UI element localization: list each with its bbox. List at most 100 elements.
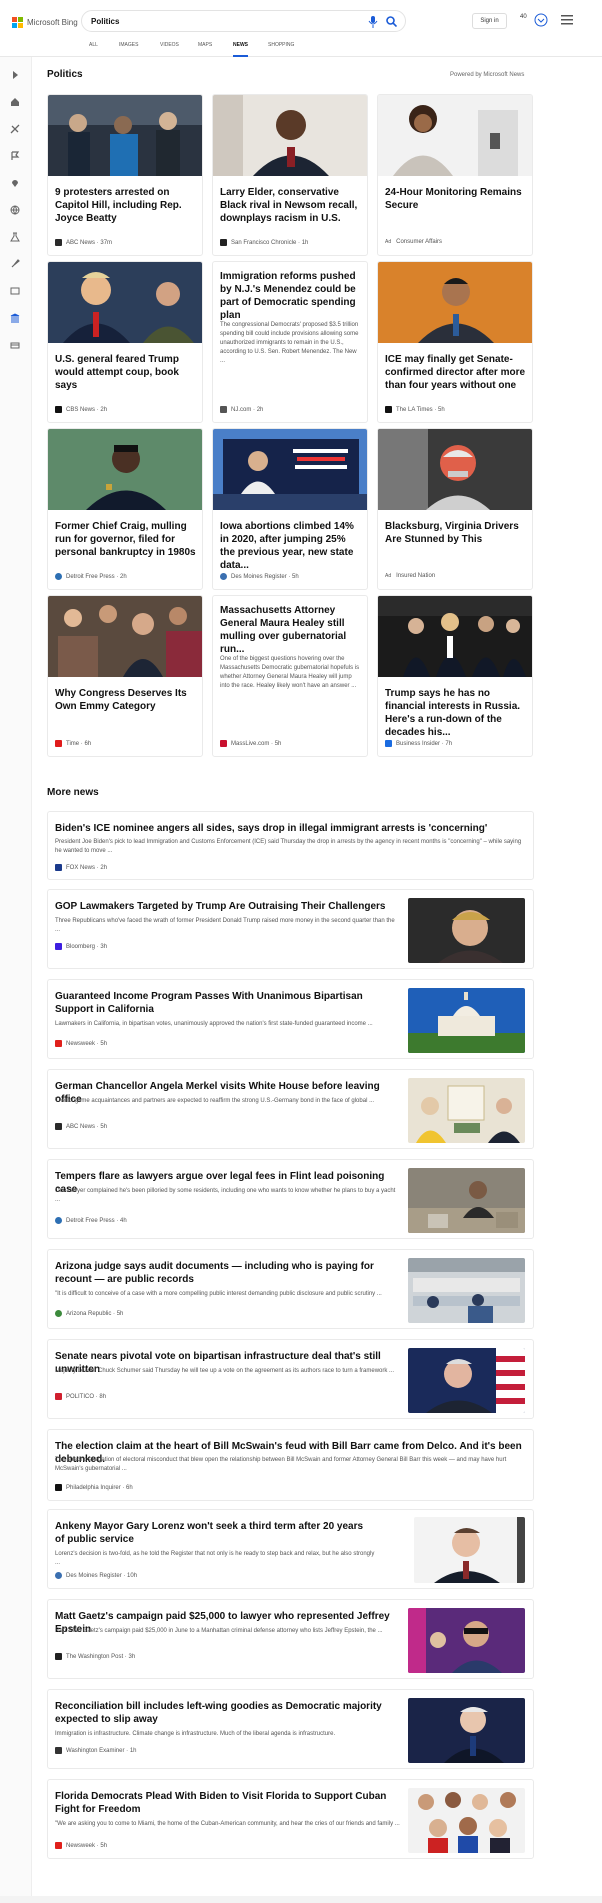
news-card[interactable]: Immigration reforms pushed by N.J.'s Men… [212,261,368,423]
tab-maps[interactable]: MAPS [198,42,212,57]
news-card[interactable]: 24-Hour Monitoring Remains Secure Ad Cons… [377,94,533,256]
item-source[interactable]: ABC News · 5h [55,1123,107,1130]
microphone-icon[interactable] [368,16,378,28]
search-input[interactable]: Politics [91,17,119,26]
card-source[interactable]: NJ.com · 2h [220,406,263,413]
rewards-medal-icon[interactable] [534,13,548,27]
card-source[interactable]: Business Insider · 7h [385,740,452,747]
list-item[interactable]: Florida Democrats Plead With Biden to Vi… [47,1779,534,1859]
list-item[interactable]: Ankeny Mayor Gary Lorenz won't seek a th… [47,1509,534,1589]
list-item[interactable]: Reconciliation bill includes left-wing g… [47,1689,534,1769]
card-title[interactable]: Why Congress Deserves Its Own Emmy Categ… [55,687,197,713]
science-icon[interactable] [10,232,20,242]
tools-icon[interactable] [10,124,20,134]
item-source[interactable]: Arizona Republic · 5h [55,1310,123,1317]
news-card[interactable]: 9 protesters arrested on Capitol Hill, i… [47,94,203,256]
item-source[interactable]: Detroit Free Press · 4h [55,1217,127,1224]
card-source[interactable]: The LA Times · 5h [385,406,445,413]
rewards-count[interactable]: 40 [520,14,527,20]
item-title[interactable]: Guaranteed Income Program Passes With Un… [55,990,400,1016]
tab-all[interactable]: ALL [89,42,98,57]
source-favicon-icon [55,1842,62,1849]
card-title[interactable]: U.S. general feared Trump would attempt … [55,353,197,392]
item-source[interactable]: Newsweek · 5h [55,1842,107,1849]
section-title: Politics [47,69,83,80]
card-title[interactable]: ICE may finally get Senate-confirmed dir… [385,353,527,392]
powered-by-text[interactable]: Powered by Microsoft News [450,72,524,78]
card-title[interactable]: Trump says he has no financial interests… [385,687,527,739]
item-title[interactable]: Florida Democrats Plead With Biden to Vi… [55,1790,400,1816]
list-item[interactable]: Arizona judge says audit documents — inc… [47,1249,534,1329]
card-title[interactable]: 9 protesters arrested on Capitol Hill, i… [55,186,197,225]
entertainment-icon[interactable] [10,286,20,296]
flag-icon[interactable] [10,151,20,161]
card-source[interactable]: Ad Consumer Affairs [385,239,442,245]
home-icon[interactable] [10,97,20,107]
card-source[interactable]: Des Moines Register · 5h [220,573,299,580]
news-card[interactable]: ICE may finally get Senate-confirmed dir… [377,261,533,423]
expand-arrow-icon[interactable] [10,70,20,80]
item-source[interactable]: Bloomberg · 3h [55,943,107,950]
card-title[interactable]: Iowa abortions climbed 14% in 2020, afte… [220,520,362,572]
item-source[interactable]: FOX News · 2h [55,864,107,871]
news-card[interactable]: Iowa abortions climbed 14% in 2020, afte… [212,428,368,590]
card-source[interactable]: Time · 6h [55,740,91,747]
search-icon[interactable] [386,16,397,27]
list-item[interactable]: The election claim at the heart of Bill … [47,1429,534,1501]
item-source[interactable]: Newsweek · 5h [55,1040,107,1047]
list-item[interactable]: Matt Gaetz's campaign paid $25,000 to la… [47,1599,534,1679]
list-item[interactable]: Senate nears pivotal vote on bipartisan … [47,1339,534,1419]
item-title[interactable]: Reconciliation bill includes left-wing g… [55,1700,400,1726]
card-title[interactable]: Massachusetts Attorney General Maura Hea… [220,604,362,656]
item-source[interactable]: POLITICO · 8h [55,1393,106,1400]
news-card[interactable]: Blacksburg, Virginia Drivers Are Stunned… [377,428,533,590]
item-title[interactable]: Ankeny Mayor Gary Lorenz won't seek a th… [55,1520,375,1546]
card-source[interactable]: San Francisco Chronicle · 1h [220,239,308,246]
item-title[interactable]: Arizona judge says audit documents — inc… [55,1260,400,1286]
news-card[interactable]: Larry Elder, conservative Black rival in… [212,94,368,256]
item-thumbnail [408,1698,525,1763]
item-title[interactable]: GOP Lawmakers Targeted by Trump Are Outr… [55,900,400,913]
list-item[interactable]: Biden's ICE nominee angers all sides, sa… [47,811,534,880]
card-title[interactable]: 24-Hour Monitoring Remains Secure [385,186,527,212]
card-source[interactable]: Ad Insured Nation [385,573,435,579]
top-header: Microsoft Bing Politics Sign in 40 ALL I… [0,0,602,57]
item-source[interactable]: Philadelphia Inquirer · 6h [55,1484,133,1491]
card-title[interactable]: Immigration reforms pushed by N.J.'s Men… [220,270,362,322]
card-source[interactable]: MassLive.com · 5h [220,740,281,747]
list-item[interactable]: Tempers flare as lawyers argue over lega… [47,1159,534,1239]
hamburger-menu-icon[interactable] [561,15,573,25]
money-icon[interactable] [10,340,20,350]
source-favicon-icon [55,1653,62,1660]
search-box[interactable]: Politics [81,10,406,32]
card-title[interactable]: Larry Elder, conservative Black rival in… [220,186,362,225]
tab-images[interactable]: IMAGES [119,42,138,57]
tab-shopping[interactable]: SHOPPING [268,42,294,57]
rocket-icon[interactable] [10,259,20,269]
tab-news[interactable]: NEWS [233,42,248,57]
card-source[interactable]: ABC News · 37m [55,239,112,246]
bing-logo[interactable]: Microsoft Bing [12,15,78,29]
item-desc: Majority Leader Chuck Schumer said Thurs… [55,1368,395,1374]
card-source[interactable]: Detroit Free Press · 2h [55,573,127,580]
list-item[interactable]: GOP Lawmakers Targeted by Trump Are Outr… [47,889,534,969]
globe-icon[interactable] [10,205,20,215]
location-pin-icon[interactable] [10,178,20,188]
news-card[interactable]: Former Chief Craig, mulling run for gove… [47,428,203,590]
tab-videos[interactable]: VIDEOS [160,42,179,57]
sign-in-button[interactable]: Sign in [472,13,507,29]
card-title[interactable]: Blacksburg, Virginia Drivers Are Stunned… [385,520,527,546]
item-title[interactable]: Biden's ICE nominee angers all sides, sa… [55,822,525,835]
list-item[interactable]: Guaranteed Income Program Passes With Un… [47,979,534,1059]
news-card[interactable]: Massachusetts Attorney General Maura Hea… [212,595,368,757]
politics-icon[interactable] [10,313,20,323]
card-title[interactable]: Former Chief Craig, mulling run for gove… [55,520,197,559]
list-item[interactable]: German Chancellor Angela Merkel visits W… [47,1069,534,1149]
item-source[interactable]: Des Moines Register · 10h [55,1572,137,1579]
item-source[interactable]: The Washington Post · 3h [55,1653,135,1660]
card-source[interactable]: CBS News · 2h [55,406,107,413]
news-card[interactable]: Trump says he has no financial interests… [377,595,533,757]
news-card[interactable]: Why Congress Deserves Its Own Emmy Categ… [47,595,203,757]
news-card[interactable]: U.S. general feared Trump would attempt … [47,261,203,423]
item-source[interactable]: Washington Examiner · 1h [55,1747,137,1754]
